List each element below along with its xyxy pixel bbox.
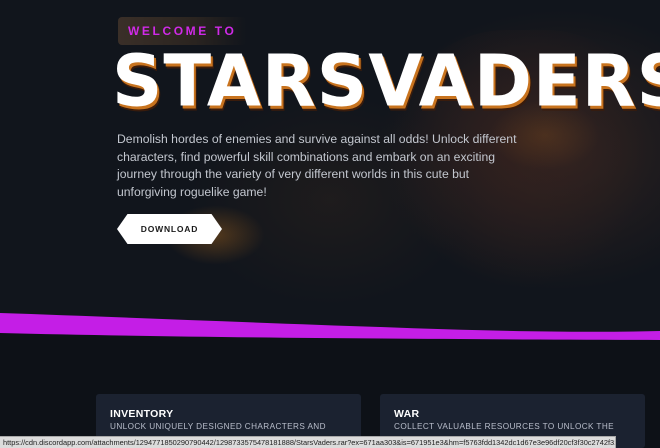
download-button[interactable]: DOWNLOAD	[117, 214, 222, 244]
feature-card-description: COLLECT VALUABLE RESOURCES TO UNLOCK THE	[394, 422, 614, 431]
game-title-logo: STARSVADERS	[112, 39, 660, 123]
hero-section: WELCOME TO STARSVADERS Demolish hordes o…	[0, 0, 660, 340]
feature-card-description: UNLOCK UNIQUELY DESIGNED CHARACTERS AND	[110, 422, 326, 431]
purple-wave-divider	[0, 313, 660, 345]
browser-status-bar: https://cdn.discordapp.com/attachments/1…	[0, 436, 616, 448]
status-bar-url: https://cdn.discordapp.com/attachments/1…	[3, 438, 616, 447]
feature-card-title: INVENTORY	[110, 408, 174, 420]
feature-card-title: WAR	[394, 408, 420, 420]
welcome-badge-text: WELCOME TO	[128, 24, 237, 38]
game-description: Demolish hordes of enemies and survive a…	[117, 132, 517, 199]
